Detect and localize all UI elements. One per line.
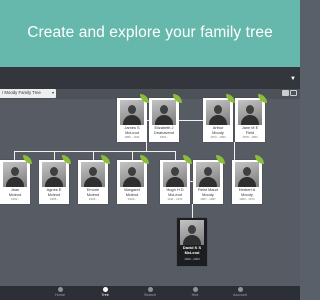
person-name: Margaret Mcleod: [124, 187, 140, 197]
nav-label: Home: [54, 293, 66, 297]
account-icon: [237, 287, 243, 292]
leaf-icon: [57, 287, 63, 292]
person-card-emorie-mcleod[interactable]: Emorie Mcleod 1906 -: [78, 160, 108, 204]
tree-selector[interactable]: / Moody Family Tree ▾: [0, 89, 56, 98]
person-name: Arthur Moody: [212, 125, 224, 135]
person-photo: [42, 162, 66, 187]
person-dates: 1906 -: [88, 197, 98, 201]
tree-icon: [102, 287, 108, 292]
person-photo: [235, 162, 259, 187]
person-name: Reist Maud Moody: [198, 187, 218, 197]
person-card-jane-field[interactable]: Jane M E Field 1878 - 1950: [235, 98, 265, 142]
app-top-bar: ▼: [0, 67, 300, 89]
person-card-david-mcleod[interactable]: David K S McLeod 1930 - 2003: [177, 218, 207, 266]
nav-label: Tree: [101, 293, 109, 297]
hint-icon: [192, 287, 198, 292]
person-dates: 1864 -: [159, 135, 169, 139]
person-dates: 1930 - 2003: [184, 257, 200, 261]
person-card-jean-mcleod[interactable]: Jean Mcleod 1900 -: [0, 160, 30, 204]
person-card-reist-moody[interactable]: Reist Maud Moody 1907 - 1997: [193, 160, 223, 204]
person-name: Herbert A Moody: [238, 187, 256, 197]
person-photo: [120, 100, 144, 125]
connector-line: [93, 151, 94, 160]
connector-line: [146, 142, 147, 151]
person-card-herbert-moody[interactable]: Herbert A Moody 1906 - 1970: [232, 160, 262, 204]
person-name: Hugh H D McLeod: [166, 187, 184, 197]
person-card-margaret-mcleod[interactable]: Margaret Mcleod 1909 -: [117, 160, 147, 204]
person-dates: 1909 -: [127, 197, 137, 201]
nav-home[interactable]: Home: [45, 287, 75, 300]
menu-icon[interactable]: [290, 90, 297, 96]
person-name: Elizabeth J Deahavend: [154, 125, 174, 135]
nav-tree[interactable]: Tree: [90, 287, 120, 300]
person-dates: 1907 - 1997: [200, 197, 216, 201]
search-icon: [147, 287, 153, 292]
person-photo: [180, 220, 204, 245]
nav-account[interactable]: Account: [225, 287, 255, 300]
tree-name: / Moody Family Tree: [2, 90, 41, 95]
person-dates: 1856 - 1911: [124, 135, 140, 139]
person-name: Jane M E Field: [241, 125, 259, 135]
person-dates: 1905 -: [49, 197, 59, 201]
nav-label: Search: [143, 293, 157, 297]
person-name: Agnes E Mcleod: [46, 187, 62, 197]
person-photo: [120, 162, 144, 187]
nav-label: Hint: [191, 293, 199, 297]
person-photo: [196, 162, 220, 187]
connector-line: [14, 151, 176, 152]
person-name: Jean Mcleod: [8, 187, 22, 197]
connector-line: [132, 151, 133, 160]
person-name: James S McLeod: [124, 125, 140, 135]
connector-line: [192, 204, 193, 218]
person-name: Emorie Mcleod: [86, 187, 100, 197]
connector-line: [234, 142, 235, 160]
connector-line: [54, 151, 55, 160]
photo-icon[interactable]: [282, 90, 289, 96]
person-dates: 1872 - 1950: [210, 135, 226, 139]
promo-title: Create and explore your family tree: [27, 24, 273, 41]
nav-label: Account: [233, 293, 247, 297]
down-arrow-icon[interactable]: ▼: [290, 76, 296, 82]
person-photo: [152, 100, 176, 125]
connector-line: [175, 151, 176, 160]
person-card-james-mcleod[interactable]: James S McLeod 1856 - 1911: [117, 98, 147, 142]
person-dates: 1878 - 1950: [242, 135, 258, 139]
person-dates: 1900 -: [10, 197, 20, 201]
chevron-down-icon: ▾: [51, 90, 54, 95]
person-card-agnes-mcleod[interactable]: Agnes E Mcleod 1905 -: [39, 160, 69, 204]
nav-search[interactable]: Search: [135, 287, 165, 300]
person-photo: [3, 162, 27, 187]
person-photo: [163, 162, 187, 187]
person-photo: [81, 162, 105, 187]
person-card-hugh-mcleod[interactable]: Hugh H D McLeod 1911 - 1971: [160, 160, 190, 204]
person-photo: [206, 100, 230, 125]
person-dates: 1911 - 1971: [167, 197, 183, 201]
person-dates: 1906 - 1970: [239, 197, 255, 201]
person-name: David K S McLeod: [182, 245, 202, 255]
connector-line: [14, 151, 15, 160]
nav-hint[interactable]: Hint: [180, 287, 210, 300]
person-card-arthur-moody[interactable]: Arthur Moody 1872 - 1950: [203, 98, 233, 142]
person-card-elizabeth-deahavend[interactable]: Elizabeth J Deahavend 1864 -: [149, 98, 179, 142]
person-photo: [238, 100, 262, 125]
promo-banner: Create and explore your family tree: [0, 0, 300, 67]
